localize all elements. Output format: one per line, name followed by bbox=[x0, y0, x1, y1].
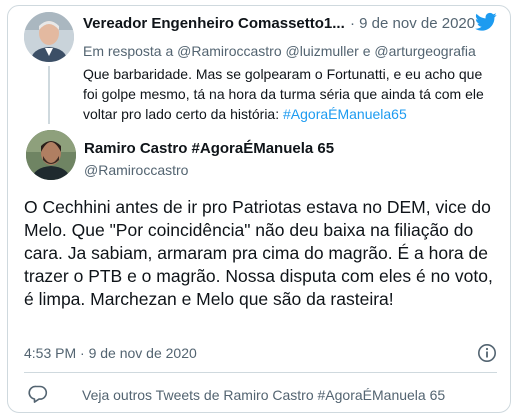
mention-link[interactable]: @arturgeografia bbox=[374, 43, 475, 59]
reply-prefix: Em resposta a bbox=[83, 43, 174, 59]
chat-bubble-icon[interactable] bbox=[28, 384, 48, 404]
quoted-tweet-text: Que barbaridade. Mas se golpearam o Fort… bbox=[83, 64, 493, 124]
main-author-name[interactable]: Ramiro Castro #AgoraÉManuela 65 bbox=[84, 140, 334, 157]
thread-connector-line bbox=[48, 66, 50, 124]
avatar-photo bbox=[26, 130, 76, 180]
info-icon[interactable] bbox=[477, 343, 497, 363]
author-avatar-ramiro[interactable] bbox=[26, 130, 76, 180]
more-tweets-link[interactable]: Veja outros Tweets de Ramiro Castro #Ago… bbox=[82, 387, 445, 403]
twitter-bird-icon[interactable] bbox=[475, 12, 497, 32]
tweet-timestamp[interactable]: 4:53 PM · 9 de nov de 2020 bbox=[24, 345, 197, 361]
main-author-handle[interactable]: @Ramiroccastro bbox=[84, 162, 188, 178]
mention-link[interactable]: @Ramiroccastro bbox=[177, 43, 281, 59]
reply-joiner: e bbox=[362, 43, 371, 59]
footer-divider bbox=[24, 372, 497, 373]
quoted-date[interactable]: · 9 de nov de 2020 bbox=[350, 15, 475, 32]
hashtag-link[interactable]: #AgoraÉManuela65 bbox=[283, 106, 407, 122]
reply-to-line: Em resposta a @Ramiroccastro @luizmuller… bbox=[83, 43, 476, 59]
quoted-author-name[interactable]: Vereador Engenheiro Comassetto1... bbox=[83, 15, 345, 32]
main-tweet-text: O Cechhini antes de ir pro Patriotas est… bbox=[24, 197, 493, 309]
avatar-photo bbox=[24, 12, 74, 62]
mention-link[interactable]: @luizmuller bbox=[286, 43, 359, 59]
author-avatar-comassetto[interactable] bbox=[24, 12, 74, 62]
